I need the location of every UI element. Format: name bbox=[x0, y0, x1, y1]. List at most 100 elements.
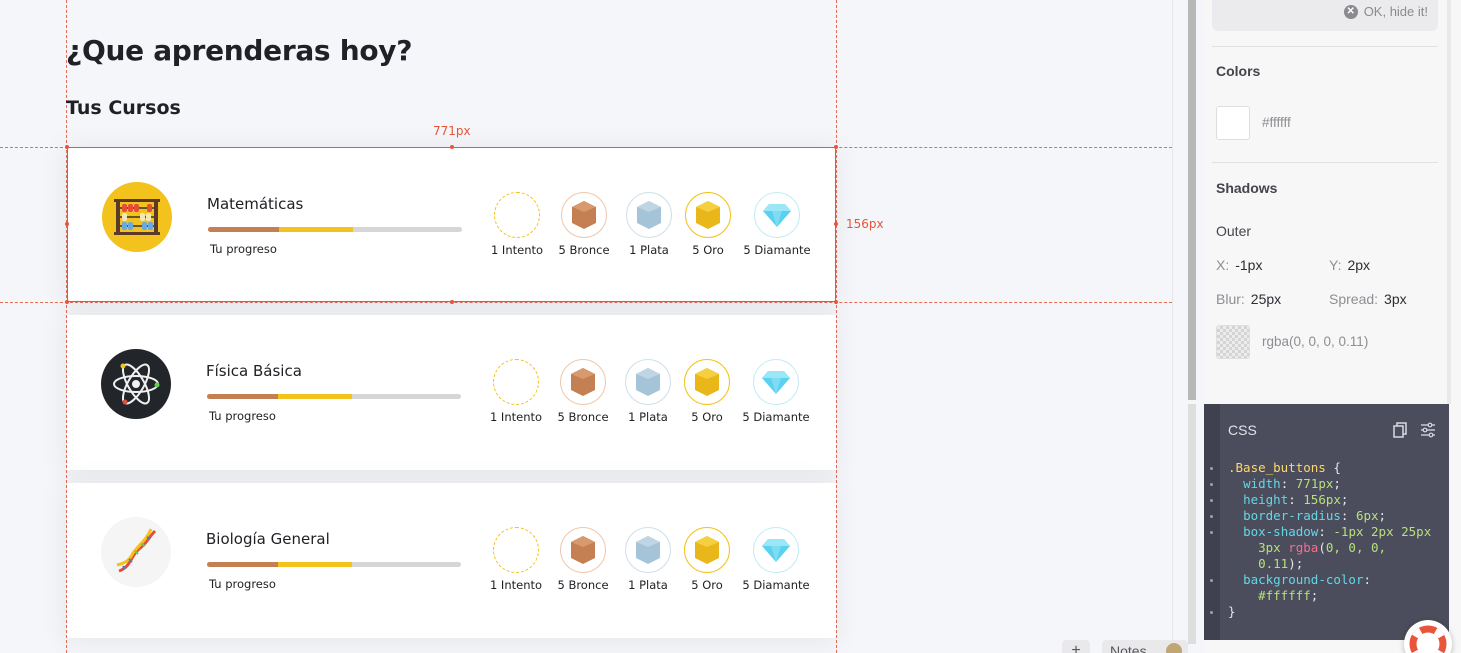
bronze-medal-icon[interactable] bbox=[561, 192, 607, 238]
medal-label: 5 Bronce bbox=[558, 243, 610, 257]
medal-label: 5 Oro bbox=[691, 410, 723, 424]
dna-icon bbox=[101, 517, 171, 587]
bronze-medal-icon[interactable] bbox=[560, 527, 606, 573]
notes-tab[interactable]: Notes bbox=[1102, 640, 1188, 653]
divider bbox=[1212, 162, 1438, 163]
course-card[interactable]: Biología General Tu progreso 1 Intento 5 Br… bbox=[67, 483, 836, 638]
shadow-color-value[interactable]: rgba(0, 0, 0, 0.11) bbox=[1262, 334, 1368, 349]
diamond-icon[interactable] bbox=[754, 192, 800, 238]
resize-handle[interactable] bbox=[450, 300, 454, 304]
dashed-circle-icon[interactable] bbox=[493, 359, 539, 405]
height-measure-label: 156px bbox=[844, 217, 886, 231]
add-note-button[interactable]: + bbox=[1062, 640, 1090, 653]
scroll-track[interactable] bbox=[1188, 404, 1196, 644]
guide-right bbox=[836, 0, 837, 653]
gutter-dot bbox=[1210, 611, 1213, 614]
medal-label: 1 Plata bbox=[628, 578, 668, 592]
progress-gold-segment bbox=[278, 562, 352, 567]
inspector-panel: ✕ OK, hide it! Colors #ffffff Shadows Ou… bbox=[1204, 0, 1461, 653]
gold-medal-icon[interactable] bbox=[684, 527, 730, 573]
diamond-icon[interactable] bbox=[753, 359, 799, 405]
resize-handle[interactable] bbox=[834, 145, 838, 149]
medal-label: 5 Diamante bbox=[742, 578, 810, 592]
abacus-icon bbox=[102, 182, 172, 252]
shadow-y[interactable]: Y: 2px bbox=[1329, 257, 1370, 273]
resize-handle[interactable] bbox=[834, 300, 838, 304]
progress-label: Tu progreso bbox=[209, 577, 276, 591]
guide-bottom bbox=[0, 302, 1172, 303]
resize-handle[interactable] bbox=[450, 145, 454, 149]
color-swatch[interactable] bbox=[1216, 106, 1250, 140]
dashed-circle-icon[interactable] bbox=[493, 527, 539, 573]
panel-scrollbar[interactable] bbox=[1447, 0, 1451, 404]
gutter-dot bbox=[1210, 579, 1213, 582]
resize-handle[interactable] bbox=[65, 145, 69, 149]
colors-title: Colors bbox=[1216, 63, 1261, 79]
lifebuoy-icon bbox=[1409, 625, 1447, 653]
progress-label: Tu progreso bbox=[210, 242, 277, 256]
notice-banner: ✕ OK, hide it! bbox=[1212, 0, 1438, 31]
gutter-dot bbox=[1210, 483, 1213, 486]
shadow-spread[interactable]: Spread: 3px bbox=[1329, 291, 1407, 307]
course-card[interactable]: Física Básica Tu progreso 1 Intento 5 Bronc… bbox=[67, 315, 836, 470]
resize-handle[interactable] bbox=[65, 300, 69, 304]
resize-handle[interactable] bbox=[834, 222, 838, 226]
course-card[interactable]: Matemáticas Tu progreso 1 Intento 5 Bronce 1… bbox=[65, 145, 838, 304]
code-gutter bbox=[1204, 404, 1220, 640]
gold-medal-icon[interactable] bbox=[684, 359, 730, 405]
shadow-type-label: Outer bbox=[1216, 223, 1252, 239]
course-name: Física Básica bbox=[206, 362, 302, 380]
medal-label: 5 Oro bbox=[692, 243, 724, 257]
silver-medal-icon[interactable] bbox=[625, 527, 671, 573]
design-canvas[interactable]: ¿Que aprenderas hoy? Tus Cursos 771px 15… bbox=[0, 0, 1172, 653]
css-code-block[interactable]: .Base_buttons { width: 771px; height: 15… bbox=[1228, 460, 1431, 620]
shadow-color-swatch[interactable] bbox=[1216, 325, 1250, 359]
course-name: Matemáticas bbox=[207, 195, 304, 213]
divider bbox=[1212, 46, 1438, 47]
silver-medal-icon[interactable] bbox=[625, 359, 671, 405]
css-title: CSS bbox=[1228, 422, 1257, 438]
css-code-panel: CSS .Base_buttons { width: 771px; height… bbox=[1204, 404, 1449, 640]
medal-label: 1 Intento bbox=[489, 578, 543, 592]
medal-label: 5 Diamante bbox=[743, 243, 811, 257]
user-avatar-icon bbox=[1166, 643, 1182, 653]
progress-bronze-segment bbox=[207, 562, 278, 567]
resize-handle[interactable] bbox=[65, 222, 69, 226]
course-name: Biología General bbox=[206, 530, 330, 548]
canvas-scrollbar[interactable] bbox=[1172, 0, 1204, 653]
gold-medal-icon[interactable] bbox=[685, 192, 731, 238]
help-lifebuoy-button[interactable] bbox=[1404, 620, 1452, 653]
gutter-dot bbox=[1210, 531, 1213, 534]
hide-notice-button[interactable]: ✕ OK, hide it! bbox=[1343, 4, 1428, 19]
progress-label: Tu progreso bbox=[209, 409, 276, 423]
medal-label: 5 Oro bbox=[691, 578, 723, 592]
page-title: ¿Que aprenderas hoy? bbox=[66, 34, 413, 67]
progress-bar bbox=[208, 227, 462, 232]
gutter-dot bbox=[1210, 515, 1213, 518]
color-value[interactable]: #ffffff bbox=[1262, 115, 1291, 130]
medal-label: 1 Plata bbox=[629, 243, 669, 257]
medal-label: 5 Bronce bbox=[557, 578, 609, 592]
scroll-thumb[interactable] bbox=[1188, 0, 1196, 400]
diamond-icon[interactable] bbox=[753, 527, 799, 573]
progress-gold-segment bbox=[279, 227, 353, 232]
hide-notice-label: OK, hide it! bbox=[1363, 4, 1428, 19]
silver-medal-icon[interactable] bbox=[626, 192, 672, 238]
progress-bronze-segment bbox=[207, 394, 278, 399]
shadow-blur[interactable]: Blur: 25px bbox=[1216, 291, 1281, 307]
medal-label: 1 Intento bbox=[490, 243, 544, 257]
atom-icon bbox=[101, 349, 171, 419]
shadow-x[interactable]: X: -1px bbox=[1216, 257, 1262, 273]
copy-icon[interactable] bbox=[1393, 422, 1407, 438]
gutter-dot bbox=[1210, 467, 1213, 470]
medal-label: 5 Bronce bbox=[557, 410, 609, 424]
gutter-dot bbox=[1210, 499, 1213, 502]
close-circle-icon: ✕ bbox=[1343, 4, 1358, 19]
bronze-medal-icon[interactable] bbox=[560, 359, 606, 405]
dashed-circle-icon[interactable] bbox=[494, 192, 540, 238]
settings-sliders-icon[interactable] bbox=[1420, 422, 1436, 438]
medal-label: 1 Plata bbox=[628, 410, 668, 424]
progress-bar bbox=[207, 394, 461, 399]
width-measure-label: 771px bbox=[431, 124, 473, 138]
progress-gold-segment bbox=[278, 394, 352, 399]
